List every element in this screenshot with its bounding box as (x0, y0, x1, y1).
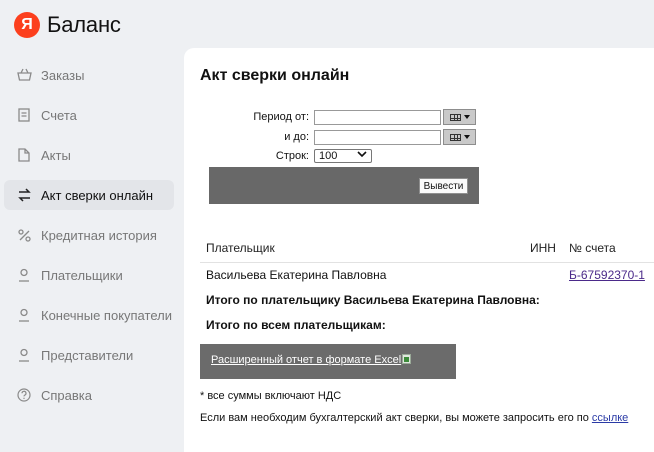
sidebar-item-help[interactable]: Справка (4, 380, 174, 410)
period-to-input[interactable] (314, 129, 441, 145)
rows-label: Строк: (275, 150, 309, 162)
sidebar-item-label: Акты (41, 147, 71, 163)
sidebar-item-label: Представители (41, 347, 134, 363)
vat-note: * все суммы включают НДС (200, 390, 342, 402)
excel-file-icon (402, 354, 412, 364)
period-from-row: Период от: (184, 109, 476, 125)
header-inn: ИНН (530, 241, 556, 255)
sidebar-item-representatives[interactable]: Представители (4, 340, 174, 370)
sidebar-item-payers[interactable]: Плательщики (4, 260, 174, 290)
person-icon (16, 347, 32, 363)
rows-select[interactable]: 100 (314, 149, 372, 163)
invoice-icon (16, 107, 32, 123)
table-divider (200, 262, 654, 263)
period-from-input[interactable] (314, 109, 441, 125)
grand-total-label: Итого по всем плательщикам: (206, 318, 386, 332)
excel-report-link[interactable]: Расширенный отчет в формате Excel (211, 354, 412, 366)
account-number-link[interactable]: Б-67592370-1 (569, 268, 645, 282)
payer-subtotal-label: Итого по плательщику Васильева Екатерина… (206, 293, 540, 307)
submit-button[interactable]: Вывести (419, 178, 468, 194)
rows-select-value: 100 (319, 150, 338, 162)
period-to-calendar-button[interactable] (443, 129, 476, 145)
header-account-number: № счета (569, 241, 616, 255)
sidebar-item-label: Плательщики (41, 267, 123, 283)
header-payer: Плательщик (206, 241, 275, 255)
person-icon (16, 307, 32, 323)
payer-name-cell: Васильева Екатерина Павловна (206, 268, 387, 282)
brand[interactable]: Я Баланс (14, 10, 121, 40)
basket-icon (16, 67, 32, 83)
calendar-icon (449, 133, 461, 141)
request-note: Если вам необходим бухгалтерский акт све… (200, 412, 628, 424)
period-to-row: и до: (184, 129, 476, 145)
chevron-down-icon (357, 151, 367, 161)
percent-icon (16, 227, 32, 243)
calendar-icon (449, 113, 461, 121)
request-note-text: Если вам необходим бухгалтерский акт све… (200, 412, 589, 424)
sidebar-item-label: Кредитная история (41, 227, 157, 243)
person-icon (16, 267, 32, 283)
swap-arrows-icon (16, 187, 32, 203)
rows-row: Строк: 100 (184, 149, 372, 163)
sidebar-item-label: Заказы (41, 67, 85, 83)
page-title: Акт сверки онлайн (200, 67, 350, 84)
question-icon (16, 387, 32, 403)
sidebar-item-acts[interactable]: Акты (4, 140, 174, 170)
excel-report-bar: Расширенный отчет в формате Excel (200, 344, 456, 379)
sidebar-item-label: Конечные покупатели (41, 307, 172, 323)
sidebar-item-credit-history[interactable]: Кредитная история (4, 220, 174, 250)
request-link[interactable]: ссылке (592, 412, 628, 424)
main-panel: Акт сверки онлайн Период от: и до: Строк… (184, 48, 654, 452)
document-icon (16, 147, 32, 163)
sidebar-item-label: Справка (41, 387, 92, 403)
yandex-logo-icon: Я (14, 12, 40, 38)
sidebar-item-label: Акт сверки онлайн (41, 187, 154, 203)
sidebar-item-end-buyers[interactable]: Конечные покупатели (4, 300, 174, 330)
caret-down-icon (463, 115, 470, 119)
form-actions-bar: Вывести (209, 167, 479, 204)
period-from-label: Период от: (253, 111, 309, 123)
period-from-calendar-button[interactable] (443, 109, 476, 125)
sidebar-item-invoices[interactable]: Счета (4, 100, 174, 130)
app-title: Баланс (47, 12, 121, 37)
sidebar-item-orders[interactable]: Заказы (4, 60, 174, 90)
sidebar-item-label: Счета (41, 107, 77, 123)
caret-down-icon (463, 135, 470, 139)
excel-report-link-text: Расширенный отчет в формате Excel (211, 354, 402, 366)
period-to-label: и до: (284, 131, 309, 143)
sidebar: Заказы Счета Акты Акт сверки онлайн Кред… (4, 60, 174, 420)
sidebar-item-reconciliation[interactable]: Акт сверки онлайн (4, 180, 174, 210)
